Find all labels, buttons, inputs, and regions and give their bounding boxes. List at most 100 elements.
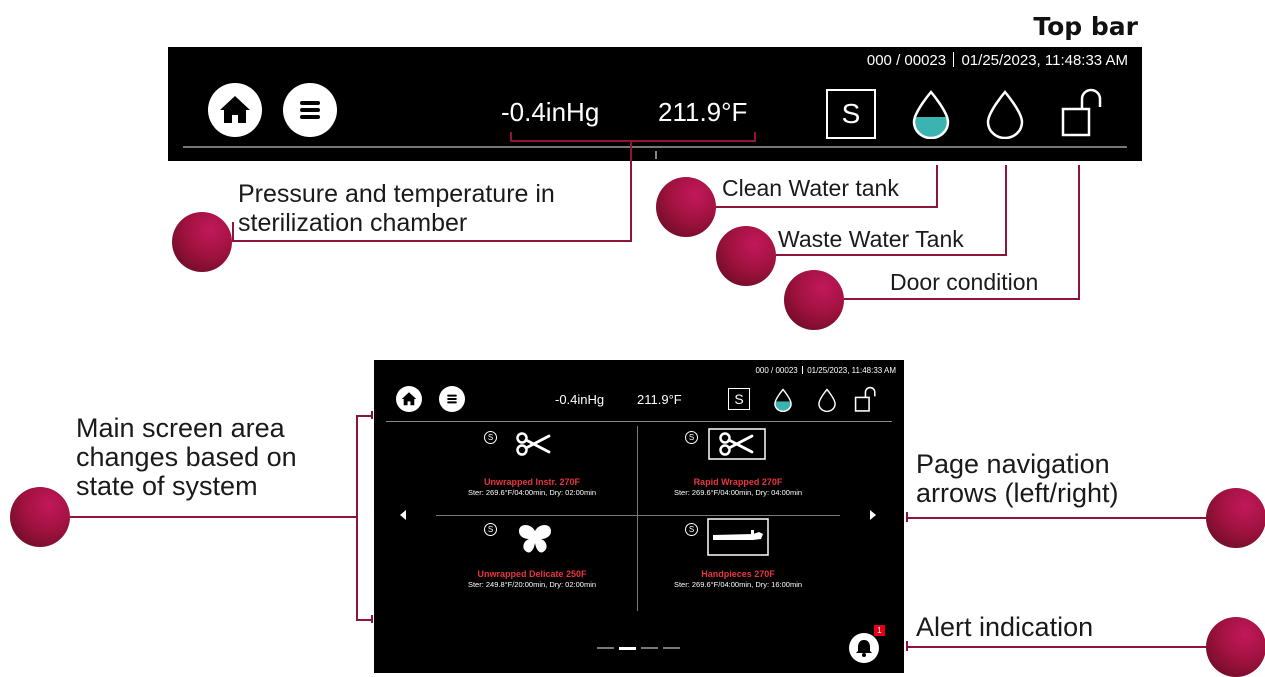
callout-line: changes based on xyxy=(76,442,297,472)
pt-leader-left xyxy=(232,222,234,242)
callout-dot xyxy=(784,270,844,330)
callout-line: Pressure and temperature in xyxy=(238,180,555,208)
callout-dot xyxy=(172,212,232,272)
center-tick xyxy=(655,151,657,159)
door-leader-h xyxy=(844,298,1080,300)
main-screen: 000 / 00023 01/25/2023, 11:48:33 AM -0.4… xyxy=(374,360,904,673)
program-desc: Ster: 249.8°F/20:00min, Dry: 02:00min xyxy=(467,580,597,589)
callout-dot xyxy=(716,226,776,286)
callout-waste-water: Waste Water Tank xyxy=(778,226,964,252)
main-bracket-tick-top xyxy=(371,411,373,419)
butterfly-icon[interactable] xyxy=(517,523,553,555)
pt-bracket xyxy=(510,140,756,142)
clean-water-drop-icon xyxy=(912,90,950,139)
callout-nav-arrows: Page navigation arrows (left/right) xyxy=(916,450,1119,508)
page-indicator xyxy=(597,647,680,650)
main-bracket-vertical xyxy=(356,415,358,621)
alert-badge: 1 xyxy=(874,625,885,636)
top-bar-zoom: 000 / 00023 01/25/2023, 11:48:33 AM -0.4… xyxy=(168,47,1142,161)
home-button[interactable] xyxy=(396,386,422,412)
nav-leader-tick xyxy=(906,512,908,522)
home-button[interactable] xyxy=(208,83,262,137)
program-s-badge: S xyxy=(685,431,698,444)
clean-leader-h xyxy=(716,206,938,208)
menu-button[interactable] xyxy=(439,386,465,412)
waste-water-drop-icon xyxy=(818,388,836,412)
callout-line: sterilization chamber xyxy=(238,209,468,237)
s-button[interactable]: S xyxy=(826,89,876,139)
grid-horizontal-divider xyxy=(436,515,840,516)
menu-icon xyxy=(300,101,320,119)
pt-leader-vertical xyxy=(630,140,632,242)
cycle-counter: 000 / 00023 xyxy=(866,52,947,69)
main-leader-h xyxy=(70,516,358,518)
callout-dot xyxy=(10,487,70,547)
callout-line: arrows (left/right) xyxy=(916,478,1119,508)
alert-leader-tick xyxy=(906,641,908,651)
s-button[interactable]: S xyxy=(728,388,750,410)
clean-leader-v xyxy=(936,165,938,207)
pt-bracket-right xyxy=(754,132,756,142)
callout-line: state of system xyxy=(76,471,258,501)
program-s-badge: S xyxy=(484,431,497,444)
program-desc: Ster: 269.6°F/04:00min, Dry: 16:00min xyxy=(673,580,803,589)
page-dot[interactable] xyxy=(597,647,614,649)
temperature-value: 211.9°F xyxy=(658,97,748,127)
nav-leader-h xyxy=(906,517,1206,519)
cycle-counter: 000 / 00023 xyxy=(755,366,798,375)
scissors-boxed-icon[interactable] xyxy=(708,428,766,460)
page-left-arrow[interactable] xyxy=(398,509,408,521)
pt-leader-horizontal xyxy=(232,240,632,242)
page-dot-active[interactable] xyxy=(619,647,636,650)
handpiece-icon[interactable] xyxy=(707,518,769,556)
program-name[interactable]: Unwrapped Instr. 270F xyxy=(432,477,632,487)
callout-line: Page navigation xyxy=(916,449,1110,479)
menu-icon xyxy=(447,394,457,404)
menu-button[interactable] xyxy=(283,83,337,137)
page-dot[interactable] xyxy=(641,647,658,649)
callout-dot xyxy=(1206,488,1265,548)
callout-dot xyxy=(1206,617,1265,677)
callout-dot xyxy=(656,177,716,237)
datetime: 01/25/2023, 11:48:33 AM xyxy=(807,366,896,375)
callout-door: Door condition xyxy=(890,269,1039,295)
top-bar-divider xyxy=(183,146,1127,148)
callout-line: Main screen area xyxy=(76,413,285,443)
waste-water-drop-icon xyxy=(986,90,1024,139)
home-icon xyxy=(401,392,417,406)
callout-main-area: Main screen area changes based on state … xyxy=(76,414,297,501)
pressure-value: -0.4inHg xyxy=(501,97,600,127)
page-right-arrow[interactable] xyxy=(868,509,878,521)
datetime: 01/25/2023, 11:48:33 AM xyxy=(961,52,1128,69)
door-leader-v xyxy=(1078,165,1080,299)
program-desc: Ster: 269.6°F/04:00min, Dry: 04:00min xyxy=(673,488,803,497)
bell-icon xyxy=(856,640,872,657)
scissors-icon[interactable] xyxy=(515,430,551,458)
program-desc: Ster: 269.6°F/04:00min, Dry: 02:00min xyxy=(467,488,597,497)
alert-button[interactable] xyxy=(849,633,879,663)
door-unlock-icon xyxy=(854,386,876,412)
callout-pressure-temp: Pressure and temperature in sterilizatio… xyxy=(238,180,555,238)
callout-clean-water: Clean Water tank xyxy=(722,175,899,201)
door-unlock-icon xyxy=(1061,88,1102,137)
program-name[interactable]: Unwrapped Delicate 250F xyxy=(432,569,632,579)
pressure-value: -0.4inHg xyxy=(555,392,605,407)
top-bar-title: Top bar xyxy=(1033,12,1138,41)
waste-leader-v xyxy=(1005,165,1007,255)
page-dot[interactable] xyxy=(663,647,680,649)
screen-status: 000 / 00023 01/25/2023, 11:48:33 AM xyxy=(755,366,896,375)
pt-bracket-left xyxy=(510,132,512,142)
main-bracket-tick-bottom xyxy=(371,615,373,623)
alert-leader-h xyxy=(906,646,1206,648)
waste-leader-h xyxy=(776,254,1007,256)
status-line: 000 / 00023 01/25/2023, 11:48:33 AM xyxy=(867,52,1128,69)
program-s-badge: S xyxy=(685,523,698,536)
callout-alert: Alert indication xyxy=(916,612,1094,642)
program-name[interactable]: Handpieces 270F xyxy=(638,569,838,579)
program-s-badge: S xyxy=(484,523,497,536)
clean-water-drop-icon xyxy=(774,388,792,412)
program-name[interactable]: Rapid Wrapped 270F xyxy=(638,477,838,487)
screen-header-divider xyxy=(386,421,892,422)
home-icon xyxy=(220,96,250,123)
temperature-value: 211.9°F xyxy=(637,392,682,407)
